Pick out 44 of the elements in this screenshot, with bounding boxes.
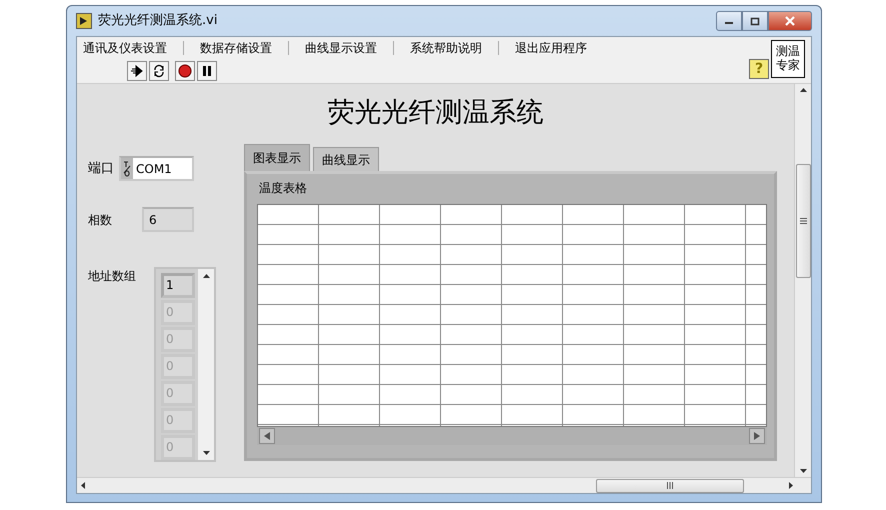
scroll-up-icon[interactable] [800,88,806,92]
run-button[interactable] [127,61,147,81]
scroll-thumb[interactable] [796,164,810,278]
pause-icon [200,64,214,78]
phases-field: 6 [142,207,194,232]
horizontal-scrollbar[interactable] [77,477,811,493]
run-arrow-icon [130,64,144,78]
phases-label: 相数 [88,212,113,228]
menu-item[interactable]: 退出应用程序 [515,41,603,55]
tab[interactable]: 曲线显示 [313,147,379,171]
scroll-up-icon[interactable] [202,274,210,278]
app-icon [76,13,92,29]
abort-button[interactable] [175,61,195,81]
port-label: 端口 [88,160,115,178]
array-element[interactable]: 1 [161,273,195,298]
window-title: 荧光光纤测温系统.vi [98,12,218,30]
stop-icon [178,64,192,78]
menu-item[interactable]: 系统帮助说明 [410,41,499,55]
tab[interactable]: 图表显示 [244,144,310,171]
scroll-down-icon[interactable] [202,451,210,455]
maximize-icon [750,16,760,26]
array-label: 地址数组 [88,268,137,285]
menu-item[interactable]: 通讯及仪表设置 [83,41,184,55]
maximize-button[interactable] [742,11,768,31]
table-label: 温度表格 [258,180,308,197]
port-field[interactable]: COM1 [119,156,194,181]
menu-item[interactable]: 曲线显示设置 [305,41,394,55]
pause-button[interactable] [197,61,217,81]
panel-heading: 荧光光纤测温系统 [326,96,544,130]
corner-label: 测温专家 [771,40,805,78]
scroll-down-icon[interactable] [800,469,806,473]
minimize-button[interactable] [716,11,742,31]
io-icon [121,158,133,179]
menu-item[interactable]: 数据存储设置 [200,41,289,55]
scroll-left-icon[interactable] [81,482,85,489]
scroll-right-icon[interactable] [789,482,793,489]
close-button[interactable] [768,11,812,31]
loop-arrows-icon [152,64,166,78]
scroll-thumb[interactable] [596,478,744,492]
close-icon [784,16,796,26]
array-scrollbar[interactable] [198,269,214,460]
run-continuous-button[interactable] [149,61,169,81]
table-grid[interactable] [257,204,767,427]
vertical-scrollbar[interactable] [794,84,811,477]
